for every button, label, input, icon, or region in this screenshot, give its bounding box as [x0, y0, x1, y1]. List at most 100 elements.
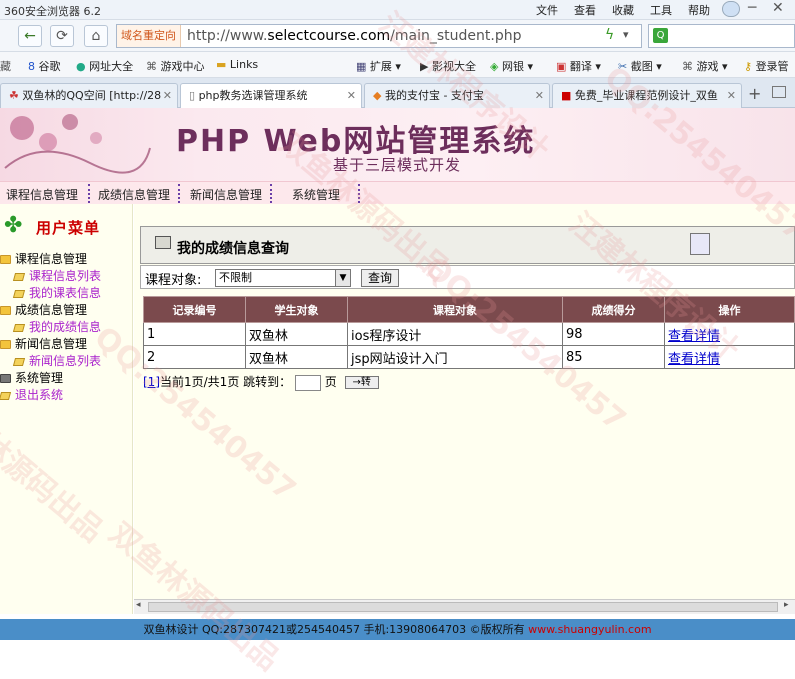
redirect-badge[interactable]: 域名重定向	[117, 25, 181, 47]
clover-icon: ✤	[4, 213, 23, 238]
sidebar-group-news[interactable]: 新闻信息管理	[0, 335, 87, 352]
alipay-icon: ◆	[373, 89, 382, 102]
query-button[interactable]: 查询	[361, 269, 399, 287]
menu-file[interactable]: 文件	[536, 2, 558, 18]
search-input[interactable]: Q	[648, 24, 795, 48]
bookmark-bank[interactable]: ◈ 网银 ▾	[490, 58, 533, 74]
tab-qq-space[interactable]: ☘ 双鱼林的QQ空间 [http://28 ✕	[0, 83, 178, 108]
nav-system-management[interactable]: 系统管理	[292, 186, 340, 203]
course-select[interactable]: 不限制 ▼	[215, 269, 351, 287]
main-content: 我的成绩信息查询 课程对象: 不限制 ▼ 查询 记录编号 学生对象 课程对象 成…	[134, 204, 795, 614]
horizontal-scrollbar[interactable]: ◂ ▸	[134, 599, 795, 614]
new-tab-icon[interactable]: +	[748, 84, 761, 103]
sidebar-group-score[interactable]: 成绩信息管理	[0, 301, 87, 318]
nav-separator	[88, 184, 90, 203]
close-window-icon[interactable]: ✕	[772, 0, 784, 16]
bookmark-google[interactable]: 8 谷歌	[28, 58, 61, 74]
page-link[interactable]: [1]	[143, 375, 160, 389]
footer-link[interactable]: www.shuangyulin.com	[528, 623, 651, 636]
sidebar-item-news-list[interactable]: 新闻信息列表	[12, 352, 101, 369]
view-details-link[interactable]: 查看详情	[668, 329, 720, 344]
bookmark-play[interactable]: ⌘ 游戏 ▾	[682, 58, 728, 74]
close-tab-icon[interactable]: ✕	[163, 84, 172, 107]
bookmark-links[interactable]: ▬ Links	[216, 58, 258, 71]
bookmark-translate[interactable]: ▣ 翻译 ▾	[556, 58, 601, 74]
sidebar-item-my-schedule[interactable]: 我的课表信息	[12, 284, 101, 301]
cell-actions: 查看详情	[664, 345, 795, 369]
folder-open-icon	[0, 391, 12, 400]
browser-title: 360安全浏览器 6.2	[4, 5, 101, 18]
cell-course: ios程序设计	[347, 322, 563, 346]
close-tab-icon[interactable]: ✕	[727, 84, 736, 107]
key-icon: ⚷	[744, 60, 753, 73]
home-button[interactable]: ⌂	[84, 25, 108, 47]
sidebar-group-course[interactable]: 课程信息管理	[0, 250, 87, 267]
refresh-button[interactable]: ⟳	[50, 25, 74, 47]
go-button[interactable]: →转	[344, 376, 379, 389]
sidebar-group-system[interactable]: 系统管理	[0, 369, 63, 386]
site-subtitle: 基于三层模式开发	[333, 156, 462, 174]
menu-view[interactable]: 查看	[574, 2, 596, 18]
nav-news-management[interactable]: 新闻信息管理	[190, 186, 262, 203]
scrollbar-thumb[interactable]	[148, 602, 778, 612]
menu-favorites[interactable]: 收藏	[612, 2, 634, 18]
scroll-right-icon[interactable]: ▸	[784, 600, 789, 610]
table-row: 2 双鱼林 jsp网站设计入门 85 查看详情	[143, 345, 795, 369]
bookmark-overflow[interactable]: 藏	[0, 58, 11, 74]
table-row: 1 双鱼林 ios程序设计 98 查看详情	[143, 322, 795, 346]
nav-separator	[178, 184, 180, 203]
view-details-link[interactable]: 查看详情	[668, 352, 720, 367]
folder-icon	[0, 255, 11, 264]
nav-course-management[interactable]: 课程信息管理	[6, 186, 78, 203]
col-actions: 操作	[664, 296, 795, 323]
page-footer: 双鱼林设计 QQ:287307421或254540457 手机:13908064…	[0, 619, 795, 640]
url-input[interactable]: 域名重定向 http://www.selectcourse.com/main_s…	[116, 24, 642, 48]
sidebar-item-course-list[interactable]: 课程信息列表	[12, 267, 101, 284]
nav-icon: ●	[76, 60, 86, 73]
course-filter-label: 课程对象:	[145, 273, 202, 288]
folder-icon	[0, 306, 11, 315]
scroll-left-icon[interactable]: ◂	[136, 600, 141, 610]
sidebar-item-my-scores[interactable]: 我的成绩信息	[12, 318, 101, 335]
bookmark-video[interactable]: ▶ 影视大全	[420, 58, 476, 74]
close-tab-icon[interactable]: ✕	[347, 84, 356, 107]
search-engine-icon[interactable]: Q	[653, 28, 668, 43]
footer-text: 双鱼林设计 QQ:287307421或254540457 手机:13908064…	[143, 623, 525, 636]
bookmark-screenshot[interactable]: ✂ 截图 ▾	[618, 58, 662, 74]
bookmark-games[interactable]: ⌘ 游戏中心	[146, 58, 205, 74]
sidebar-item-logout[interactable]: 退出系统	[0, 386, 63, 403]
cell-course: jsp网站设计入门	[347, 345, 563, 369]
user-avatar-icon[interactable]	[722, 1, 740, 17]
tab-alipay[interactable]: ◆ 我的支付宝 - 支付宝 ✕	[364, 83, 550, 108]
page-info: 当前1页/共1页 跳转到：	[160, 375, 292, 389]
close-tab-icon[interactable]: ✕	[535, 84, 544, 107]
folder-open-icon	[12, 272, 26, 281]
chevron-down-icon[interactable]: ▼	[335, 270, 350, 286]
filter-bar: 课程对象: 不限制 ▼ 查询	[140, 265, 795, 289]
folder-icon: ▬	[216, 58, 227, 71]
back-button[interactable]: ←	[18, 25, 42, 47]
cell-record-id: 1	[143, 322, 246, 346]
site-icon: ■	[561, 89, 572, 102]
bookmark-nav[interactable]: ● 网址大全	[76, 58, 133, 74]
folder-open-icon	[12, 357, 26, 366]
menu-tools[interactable]: 工具	[650, 2, 672, 18]
cell-record-id: 2	[143, 345, 246, 369]
printer-icon[interactable]	[690, 233, 710, 255]
tab-free-course[interactable]: ■ 免费_毕业课程范例设计_双鱼 ✕	[552, 83, 742, 108]
home-icon: ⌂	[91, 28, 101, 44]
panel-header: 我的成绩信息查询	[140, 226, 795, 264]
minimize-icon[interactable]: ─	[748, 0, 756, 16]
table-header-row: 记录编号 学生对象 课程对象 成绩得分 操作	[143, 296, 795, 323]
url-dropdown-icon[interactable]: ▾	[623, 28, 629, 41]
cell-student: 双鱼林	[245, 322, 348, 346]
tab-php-system[interactable]: ▯ php教务选课管理系统 ✕	[180, 83, 362, 108]
bookmark-extensions[interactable]: ▦ 扩展 ▾	[356, 58, 401, 74]
menu-help[interactable]: 帮助	[688, 2, 710, 18]
tab-restore-icon[interactable]	[772, 86, 786, 98]
bookmark-login[interactable]: ⚷ 登录管	[744, 58, 789, 74]
nav-score-management[interactable]: 成绩信息管理	[98, 186, 170, 203]
nav-separator	[358, 184, 360, 203]
lightning-icon[interactable]: ϟ	[605, 27, 614, 43]
page-jump-input[interactable]	[294, 374, 321, 391]
